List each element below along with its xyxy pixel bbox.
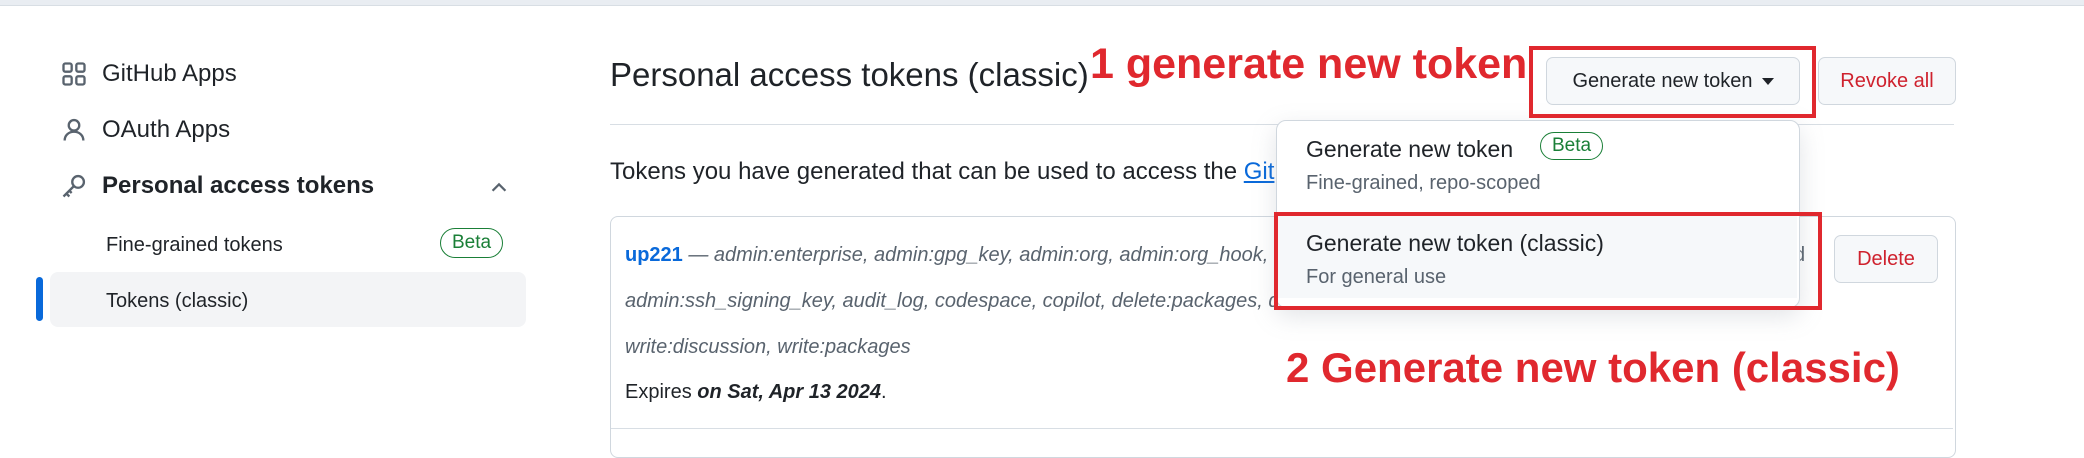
annotation-box-classic-option xyxy=(1274,212,1822,310)
annotation-step-2: 2 Generate new token (classic) xyxy=(1286,344,1900,391)
page-title: Personal access tokens (classic) xyxy=(610,56,1089,93)
sidebar-active-indicator xyxy=(36,277,43,321)
token-row-divider xyxy=(611,428,1953,429)
tokens-description: Tokens you have generated that can be us… xyxy=(610,158,1274,186)
key-icon xyxy=(62,174,86,198)
sidebar-item-label: OAuth Apps xyxy=(102,116,231,143)
delete-token-button[interactable]: Delete xyxy=(1834,235,1938,283)
token-scopes-line-1: up221 — admin:enterprise, admin:gpg_key,… xyxy=(625,244,1268,267)
expires-end: . xyxy=(881,381,887,403)
chevron-up-icon[interactable] xyxy=(488,177,510,199)
description-link[interactable]: Git xyxy=(1244,158,1275,185)
sidebar-item-label: GitHub Apps xyxy=(102,60,237,87)
sidebar-item-fine-grained-tokens[interactable]: Fine-grained tokens xyxy=(106,234,283,257)
dropdown-item-fine-grained-description: Fine-grained, repo-scoped xyxy=(1306,172,1541,194)
dropdown-beta-badge: Beta xyxy=(1540,132,1604,160)
person-icon xyxy=(63,118,85,141)
apps-grid-icon xyxy=(62,62,86,86)
top-border xyxy=(0,0,2084,6)
sidebar-item-tokens-classic[interactable]: Tokens (classic) xyxy=(106,290,248,313)
token-name-link[interactable]: up221 xyxy=(625,244,683,266)
annotation-box-generate-button xyxy=(1529,46,1816,118)
sidebar-item-personal-access-tokens[interactable]: Personal access tokens xyxy=(60,172,374,200)
sidebar-item-github-apps[interactable]: GitHub Apps xyxy=(60,60,237,88)
dropdown-item-fine-grained-title[interactable]: Generate new token xyxy=(1306,136,1513,163)
beta-badge: Beta xyxy=(440,228,504,258)
sidebar-item-oauth-apps[interactable]: OAuth Apps xyxy=(60,116,230,144)
revoke-all-button[interactable]: Revoke all xyxy=(1818,57,1956,105)
description-text: Tokens you have generated that can be us… xyxy=(610,158,1244,185)
expires-label: Expires xyxy=(625,381,698,403)
token-expiration: Expires on Sat, Apr 13 2024. xyxy=(625,381,887,404)
token-scopes-line-2: admin:ssh_signing_key, audit_log, codesp… xyxy=(625,290,1291,312)
token-scopes-text: — admin:enterprise, admin:gpg_key, admin… xyxy=(682,244,1269,266)
sidebar-item-label: Personal access tokens xyxy=(102,172,375,199)
token-scopes-line-3: write:discussion, write:packages xyxy=(625,336,911,358)
expires-date: on Sat, Apr 13 2024 xyxy=(697,381,882,403)
annotation-step-1: 1 generate new token xyxy=(1090,40,1528,88)
